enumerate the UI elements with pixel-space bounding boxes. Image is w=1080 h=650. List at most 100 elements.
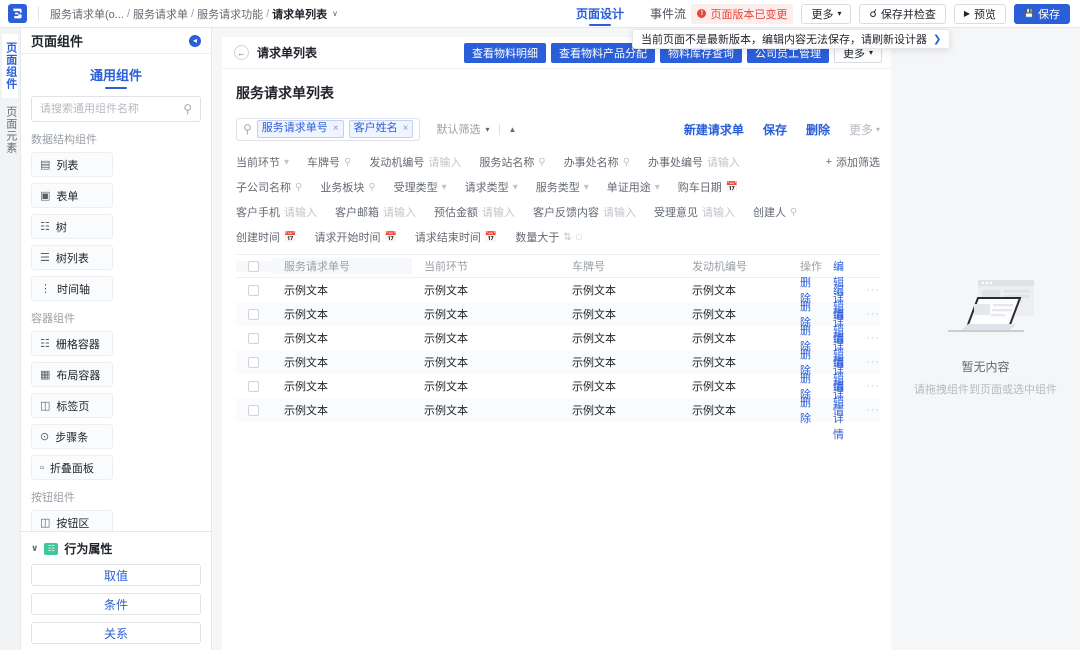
component-grid-container[interactable]: ☷ 栅格容器 <box>31 331 113 356</box>
row-checkbox[interactable] <box>248 381 259 392</box>
filter-office-number[interactable]: 办事处编号请输入 <box>648 154 740 170</box>
tab-common-components[interactable]: 通用组件 <box>21 54 211 90</box>
component-timeline[interactable]: ⋮ 时间轴 <box>31 276 113 301</box>
calendar-icon: 📅 <box>384 232 396 243</box>
save-and-check-button[interactable]: ☌ 保存并检查 <box>859 4 945 24</box>
filter-acceptance-opinion[interactable]: 受理意见请输入 <box>654 204 735 220</box>
component-collapse-panel[interactable]: ▫ 折叠面板 <box>31 455 113 480</box>
filter-chip-customer-name-label: 客户姓名 <box>354 122 398 135</box>
filter-service-station-name[interactable]: 服务站名称⚲ <box>479 154 545 170</box>
list-more-button[interactable]: 更多 ▾ <box>849 121 880 138</box>
column-header-request-no[interactable]: 服务请求单号 <box>272 258 412 274</box>
breadcrumb-item-1[interactable]: 服务请求单 <box>133 6 188 22</box>
component-steps[interactable]: ⊙ 步骤条 <box>31 424 113 449</box>
filter-create-time[interactable]: 创建时间📅 <box>236 229 296 245</box>
chevron-right-icon[interactable]: ❯ <box>933 34 941 45</box>
table-row[interactable]: 示例文本 示例文本 示例文本 示例文本 删除 编辑详情 ··· <box>236 278 880 302</box>
behavior-button-value[interactable]: 取值 <box>31 564 201 586</box>
filter-service-type[interactable]: 服务类型▾ <box>536 179 589 195</box>
table-row[interactable]: 示例文本 示例文本 示例文本 示例文本 删除 编辑详情 ··· <box>236 374 880 398</box>
delete-list-button[interactable]: 删除 <box>806 121 830 138</box>
component-search-box[interactable]: ⚲ <box>31 96 201 122</box>
preview-button[interactable]: ▶ 预览 <box>954 4 1006 24</box>
tab-event-flow[interactable]: 事件流 <box>650 0 686 27</box>
header-more-button[interactable]: 更多 ▾ <box>801 4 851 24</box>
search-icon[interactable]: ⚲ <box>243 122 252 136</box>
filter-creator[interactable]: 创建人⚲ <box>753 204 797 220</box>
filter-customer-email[interactable]: 客户邮箱请输入 <box>335 204 416 220</box>
row-delete-link[interactable]: 删除 <box>800 394 811 426</box>
row-checkbox[interactable] <box>248 405 259 416</box>
filter-acceptance-type[interactable]: 受理类型▾ <box>394 179 447 195</box>
rail-item-page-elements[interactable]: 页面元素 <box>2 98 18 162</box>
row-checkbox[interactable] <box>248 285 259 296</box>
select-all-checkbox[interactable] <box>248 261 259 272</box>
chevron-down-icon[interactable]: ∨ <box>332 9 338 18</box>
filter-customer-phone[interactable]: 客户手机请输入 <box>236 204 317 220</box>
behavior-header[interactable]: ∨ ☷ 行为属性 <box>31 540 201 557</box>
component-form[interactable]: ▣ 表单 <box>31 183 113 208</box>
default-filter-select[interactable]: 默认筛选 ▾ <box>436 121 489 137</box>
filter-estimated-amount[interactable]: 预估金额请输入 <box>434 204 515 220</box>
filter-engine-number[interactable]: 发动机编号请输入 <box>369 154 461 170</box>
collapse-up-icon[interactable]: ▲ <box>509 125 517 134</box>
table-row[interactable]: 示例文本 示例文本 示例文本 示例文本 删除 编辑详情 ··· <box>236 326 880 350</box>
component-tabs[interactable]: ◫ 标签页 <box>31 393 113 418</box>
row-checkbox[interactable] <box>248 309 259 320</box>
breadcrumb-item-0[interactable]: 服务请求单(o... <box>50 6 124 22</box>
filter-request-end-time[interactable]: 请求结束时间📅 <box>415 229 497 245</box>
component-search-input[interactable] <box>40 103 183 115</box>
component-layout-container[interactable]: ▦ 布局容器 <box>31 362 113 387</box>
stale-version-notice: 当前页面不是最新版本，编辑内容无法保存，请刷新设计器 ❯ <box>632 29 950 49</box>
new-request-button[interactable]: 新建请求单 <box>684 121 744 138</box>
empty-state-desc: 请拖拽组件到页面或选中组件 <box>914 381 1057 397</box>
filter-subsidiary-name[interactable]: 子公司名称⚲ <box>236 179 302 195</box>
column-header-plate-number[interactable]: 车牌号 <box>560 258 680 274</box>
filter-quantity-greater-than[interactable]: 数量大于⇅▢ <box>515 229 582 245</box>
filter-search-box[interactable]: ⚲ 服务请求单号 × 客户姓名 × <box>236 118 420 141</box>
close-icon[interactable]: × <box>333 123 339 135</box>
filter-request-start-time[interactable]: 请求开始时间📅 <box>314 229 396 245</box>
close-icon[interactable]: × <box>403 123 409 135</box>
add-filter-button[interactable]: +添加筛选 <box>826 154 880 170</box>
component-list[interactable]: ▤ 列表 <box>31 152 113 177</box>
filter-customer-feedback[interactable]: 客户反馈内容请输入 <box>533 204 636 220</box>
search-icon[interactable]: ⚲ <box>183 102 192 116</box>
rail-item-page-components[interactable]: 页面组件 <box>2 34 18 98</box>
filter-row: 当前环节▾ 车牌号⚲ 发动机编号请输入 服务站名称⚲ 办事处名称⚲ 办事处编号请… <box>236 154 880 170</box>
column-header-current-step[interactable]: 当前环节 <box>412 258 560 274</box>
component-button-area[interactable]: ◫ 按钮区 <box>31 510 113 531</box>
save-button[interactable]: 💾 保存 <box>1014 4 1070 24</box>
row-checkbox[interactable] <box>248 333 259 344</box>
component-tree-list[interactable]: ☰ 树列表 <box>31 245 113 270</box>
row-edit-detail-link[interactable]: 编辑详情 <box>833 378 844 442</box>
breadcrumb-item-2[interactable]: 服务请求功能 <box>197 6 263 22</box>
back-arrow-icon[interactable]: ← <box>234 45 249 60</box>
column-header-engine-number[interactable]: 发动机编号 <box>680 258 788 274</box>
filter-plate-number[interactable]: 车牌号⚲ <box>307 154 351 170</box>
collapse-panel-icon[interactable]: ◂ <box>189 35 201 47</box>
filter-chip-customer-name[interactable]: 客户姓名 × <box>349 120 414 137</box>
tree-icon: ☷ <box>40 220 50 233</box>
row-more-icon[interactable]: ··· <box>866 404 880 416</box>
app-logo-icon[interactable] <box>8 4 27 23</box>
filter-request-type[interactable]: 请求类型▾ <box>465 179 518 195</box>
filter-office-name[interactable]: 办事处名称⚲ <box>564 154 630 170</box>
behavior-button-condition[interactable]: 条件 <box>31 593 201 615</box>
table-row[interactable]: 示例文本 示例文本 示例文本 示例文本 删除 编辑详情 ··· <box>236 302 880 326</box>
filter-document-purpose[interactable]: 单证用途▾ <box>607 179 660 195</box>
filter-current-step[interactable]: 当前环节▾ <box>236 154 289 170</box>
behavior-button-relation[interactable]: 关系 <box>31 622 201 644</box>
filter-purchase-date[interactable]: 购车日期📅 <box>678 179 738 195</box>
table-row[interactable]: 示例文本 示例文本 示例文本 示例文本 删除 编辑详情 ··· <box>236 398 880 422</box>
lookup-icon: ⚲ <box>790 207 797 218</box>
tab-page-design[interactable]: 页面设计 <box>576 0 624 27</box>
component-tree[interactable]: ☷ 树 <box>31 214 113 239</box>
save-list-button[interactable]: 保存 <box>763 121 787 138</box>
row-select-cell <box>236 285 272 296</box>
row-checkbox[interactable] <box>248 357 259 368</box>
filter-business-segment[interactable]: 业务板块⚲ <box>320 179 375 195</box>
view-material-detail-button[interactable]: 查看物料明细 <box>464 43 546 63</box>
filter-chip-request-no[interactable]: 服务请求单号 × <box>257 120 344 137</box>
table-row[interactable]: 示例文本 示例文本 示例文本 示例文本 删除 编辑详情 ··· <box>236 350 880 374</box>
